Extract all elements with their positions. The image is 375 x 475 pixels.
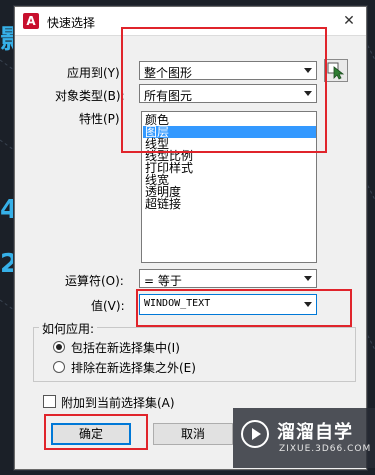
properties-listbox[interactable]: 颜色 图层 线型 线型比例 打印样式 线宽 透明度 超链接	[141, 111, 317, 263]
watermark-url: ZIXUE.3D66.COM	[279, 444, 372, 454]
quick-select-dialog: A 快速选择 ✕ 应用到(Y): 整个图形 对象类型(B): 所有图元 特性(P…	[14, 6, 367, 470]
object-type-value: 所有图元	[144, 89, 193, 103]
watermark: 溜溜自学 ZIXUE.3D66.COM	[233, 408, 375, 468]
chevron-down-icon	[304, 68, 312, 73]
apply-to-value: 整个图形	[144, 66, 193, 80]
list-item[interactable]: 超链接	[143, 198, 316, 210]
value-dropdown[interactable]: WINDOW_TEXT	[139, 294, 317, 315]
watermark-name: 溜溜自学	[277, 422, 353, 443]
title-bar[interactable]: A 快速选择 ✕	[15, 7, 366, 36]
exclude-label[interactable]: 排除在新选择集之外(E)	[71, 359, 196, 376]
object-type-dropdown[interactable]: 所有图元	[139, 84, 317, 103]
list-item-selected[interactable]: 图层	[143, 126, 316, 138]
ok-button[interactable]: 确定	[51, 423, 131, 445]
how-to-apply-title: 如何应用:	[39, 320, 98, 337]
list-item[interactable]: 打印样式	[143, 162, 316, 174]
list-item[interactable]: 颜色	[143, 114, 316, 126]
cancel-button[interactable]: 取消	[153, 423, 233, 445]
apply-to-label: 应用到(Y):	[67, 66, 124, 80]
value-value: WINDOW_TEXT	[144, 298, 211, 309]
window-title: 快速选择	[47, 16, 96, 30]
operator-label: 运算符(O):	[65, 274, 124, 288]
include-radio[interactable]	[53, 341, 65, 353]
value-label: 值(V):	[91, 299, 125, 313]
operator-value: = 等于	[144, 274, 182, 288]
append-label[interactable]: 附加到当前选择集(A)	[61, 394, 175, 411]
cursor-pick-icon	[327, 62, 345, 80]
operator-dropdown[interactable]: = 等于	[139, 269, 317, 288]
apply-to-dropdown[interactable]: 整个图形	[139, 61, 317, 80]
properties-label: 特性(P):	[79, 112, 124, 126]
exclude-radio[interactable]	[53, 361, 65, 373]
append-checkbox[interactable]	[43, 395, 56, 408]
autocad-icon: A	[23, 13, 39, 29]
chevron-down-icon	[304, 276, 312, 281]
include-label[interactable]: 包括在新选择集中(I)	[71, 339, 180, 356]
select-objects-button[interactable]	[324, 59, 348, 82]
object-type-label: 对象类型(B):	[55, 89, 125, 103]
play-logo-icon	[241, 420, 269, 448]
chevron-down-icon	[304, 302, 312, 307]
chevron-down-icon	[304, 91, 312, 96]
close-icon[interactable]: ✕	[340, 12, 358, 30]
